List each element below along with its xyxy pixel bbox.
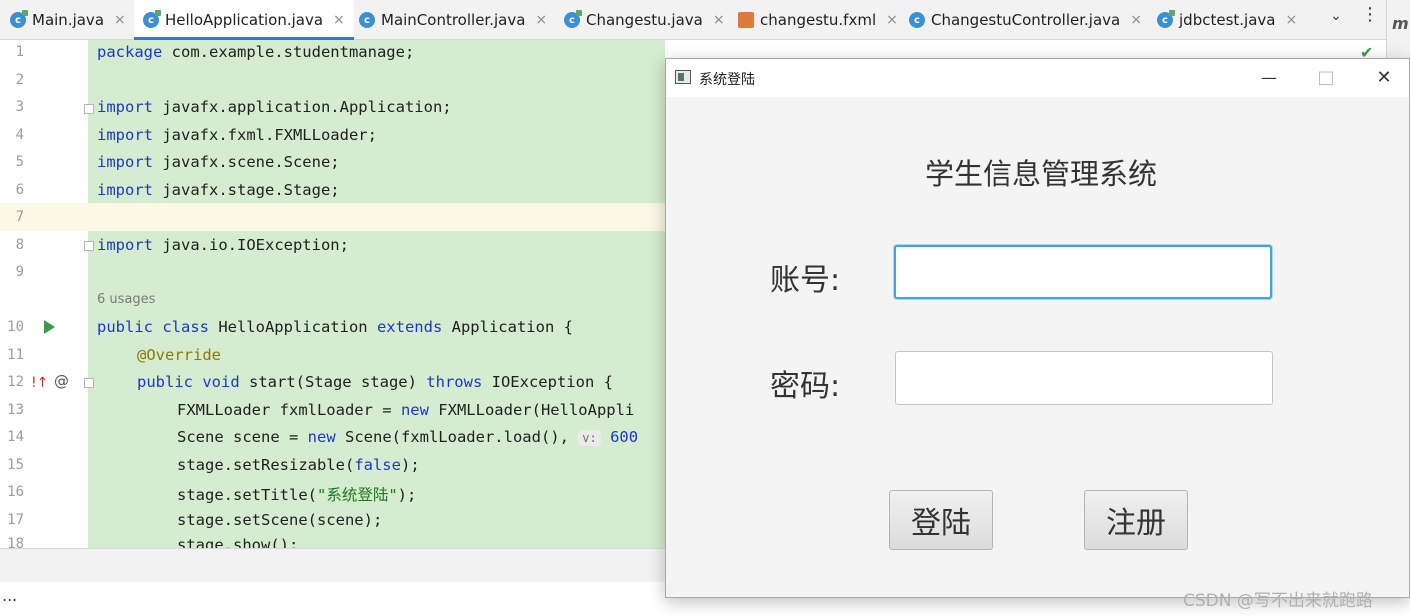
tab-main-controller[interactable]: c MainController.java × — [359, 0, 547, 40]
usages-hint[interactable]: 6 usages — [97, 292, 155, 307]
code-line: stage.setResizable(false); — [177, 456, 420, 474]
close-icon[interactable]: × — [1130, 12, 1142, 28]
tab-label: HelloApplication.java — [165, 11, 324, 29]
tab-label: changestu.fxml — [760, 11, 877, 29]
chevron-down-icon[interactable]: ⌄ — [1326, 8, 1346, 30]
line-number: 3 — [15, 99, 24, 115]
line-number: 12 — [7, 374, 24, 390]
ellipsis-text: ... — [2, 586, 18, 605]
java-class-icon: c — [359, 12, 375, 28]
annotation-icon[interactable]: @ — [54, 372, 69, 390]
fold-marker-icon[interactable] — [84, 104, 94, 114]
tab-jdbctest[interactable]: c jdbctest.java × — [1157, 0, 1297, 40]
code-line: import javafx.fxml.FXMLLoader; — [97, 126, 377, 144]
tab-label: MainController.java — [381, 11, 526, 29]
fold-marker-icon[interactable] — [84, 241, 94, 251]
more-vertical-icon[interactable]: ⋮ — [1360, 4, 1380, 26]
line-number: 13 — [7, 402, 24, 418]
watermark: CSDN @写不出来就跑路 — [1183, 591, 1373, 611]
account-input[interactable] — [894, 245, 1272, 299]
close-icon[interactable]: × — [713, 12, 725, 28]
login-button[interactable]: 登陆 — [889, 490, 993, 550]
code-line: import javafx.stage.Stage; — [97, 181, 340, 199]
tab-changestu-fxml[interactable]: changestu.fxml × — [738, 0, 898, 40]
tab-label: Changestu.java — [586, 11, 703, 29]
system-heading: 学生信息管理系统 — [924, 157, 1157, 191]
login-dialog: 系统登陆 — □ ✕ 学生信息管理系统 账号: 密码: 登陆 注册 — [665, 58, 1410, 598]
code-line: public void start(Stage stage) throws IO… — [137, 373, 613, 391]
line-number: 5 — [15, 154, 24, 170]
code-line: stage.setScene(scene); — [177, 511, 383, 529]
editor-tab-bar: c Main.java × c HelloApplication.java × … — [0, 0, 1410, 40]
line-number: 10 — [7, 319, 24, 335]
fold-marker-icon[interactable] — [84, 378, 94, 388]
close-button[interactable]: ✕ — [1364, 65, 1404, 91]
register-button[interactable]: 注册 — [1084, 490, 1188, 550]
line-number: 18 — [7, 536, 24, 548]
dialog-title: 系统登陆 — [699, 72, 755, 88]
close-icon[interactable]: × — [886, 12, 898, 28]
line-number: 16 — [7, 484, 24, 500]
line-number: 1 — [15, 44, 24, 60]
code-line: stage.show(); — [177, 536, 299, 548]
line-number: 11 — [7, 347, 24, 363]
java-class-icon: c — [564, 10, 582, 28]
tab-main-java[interactable]: c Main.java × — [10, 0, 126, 40]
maven-icon[interactable]: m — [1392, 14, 1409, 33]
dialog-titlebar[interactable]: 系统登陆 — □ ✕ — [666, 59, 1409, 97]
app-window-icon — [675, 70, 691, 84]
code-line: public class HelloApplication extends Ap… — [97, 318, 573, 336]
line-number: 8 — [15, 237, 24, 253]
line-number: 2 — [15, 72, 24, 88]
tab-label: ChangestuController.java — [931, 11, 1121, 29]
override-method-icon[interactable]: !↑ — [31, 375, 48, 391]
line-number: 9 — [15, 264, 24, 280]
java-class-icon: c — [909, 12, 925, 28]
code-line: package com.example.studentmanage; — [97, 43, 415, 61]
close-icon[interactable]: × — [333, 12, 345, 28]
code-line: import javafx.scene.Scene; — [97, 153, 340, 171]
code-line: @Override — [137, 346, 221, 364]
minimize-button[interactable]: — — [1249, 65, 1289, 91]
password-input[interactable] — [895, 351, 1273, 405]
tab-changestu-java[interactable]: c Changestu.java × — [564, 0, 725, 40]
maximize-button[interactable]: □ — [1306, 65, 1346, 91]
line-number: 4 — [15, 127, 24, 143]
account-label: 账号: — [770, 263, 841, 298]
line-number: 17 — [7, 512, 24, 528]
close-icon[interactable]: × — [114, 12, 126, 28]
code-line: import javafx.application.Application; — [97, 98, 452, 116]
code-line: FXMLLoader fxmlLoader = new FXMLLoader(H… — [177, 401, 635, 419]
code-line: stage.setTitle("系统登陆"); — [177, 486, 417, 504]
tab-changestu-controller[interactable]: c ChangestuController.java × — [909, 0, 1142, 40]
close-icon[interactable]: × — [1285, 12, 1297, 28]
java-class-icon: c — [1157, 10, 1175, 28]
code-line: import java.io.IOException; — [97, 236, 349, 254]
java-class-icon: c — [143, 10, 161, 28]
run-gutter-icon[interactable] — [44, 320, 55, 334]
java-class-icon: c — [10, 10, 28, 28]
line-number: 15 — [7, 457, 24, 473]
close-icon[interactable]: × — [535, 12, 547, 28]
tab-hello-application[interactable]: c HelloApplication.java × — [134, 0, 354, 40]
tab-label: jdbctest.java — [1179, 11, 1276, 29]
current-line-highlight — [88, 203, 665, 231]
code-line: Scene scene = new Scene(fxmlLoader.load(… — [177, 428, 639, 446]
line-number: 14 — [7, 429, 24, 445]
parameter-hint: v: — [578, 430, 601, 446]
line-number: 7 — [15, 209, 24, 225]
tab-label: Main.java — [32, 11, 105, 29]
line-number: 6 — [15, 182, 24, 198]
fxml-file-icon — [738, 12, 754, 28]
password-label: 密码: — [770, 369, 841, 404]
